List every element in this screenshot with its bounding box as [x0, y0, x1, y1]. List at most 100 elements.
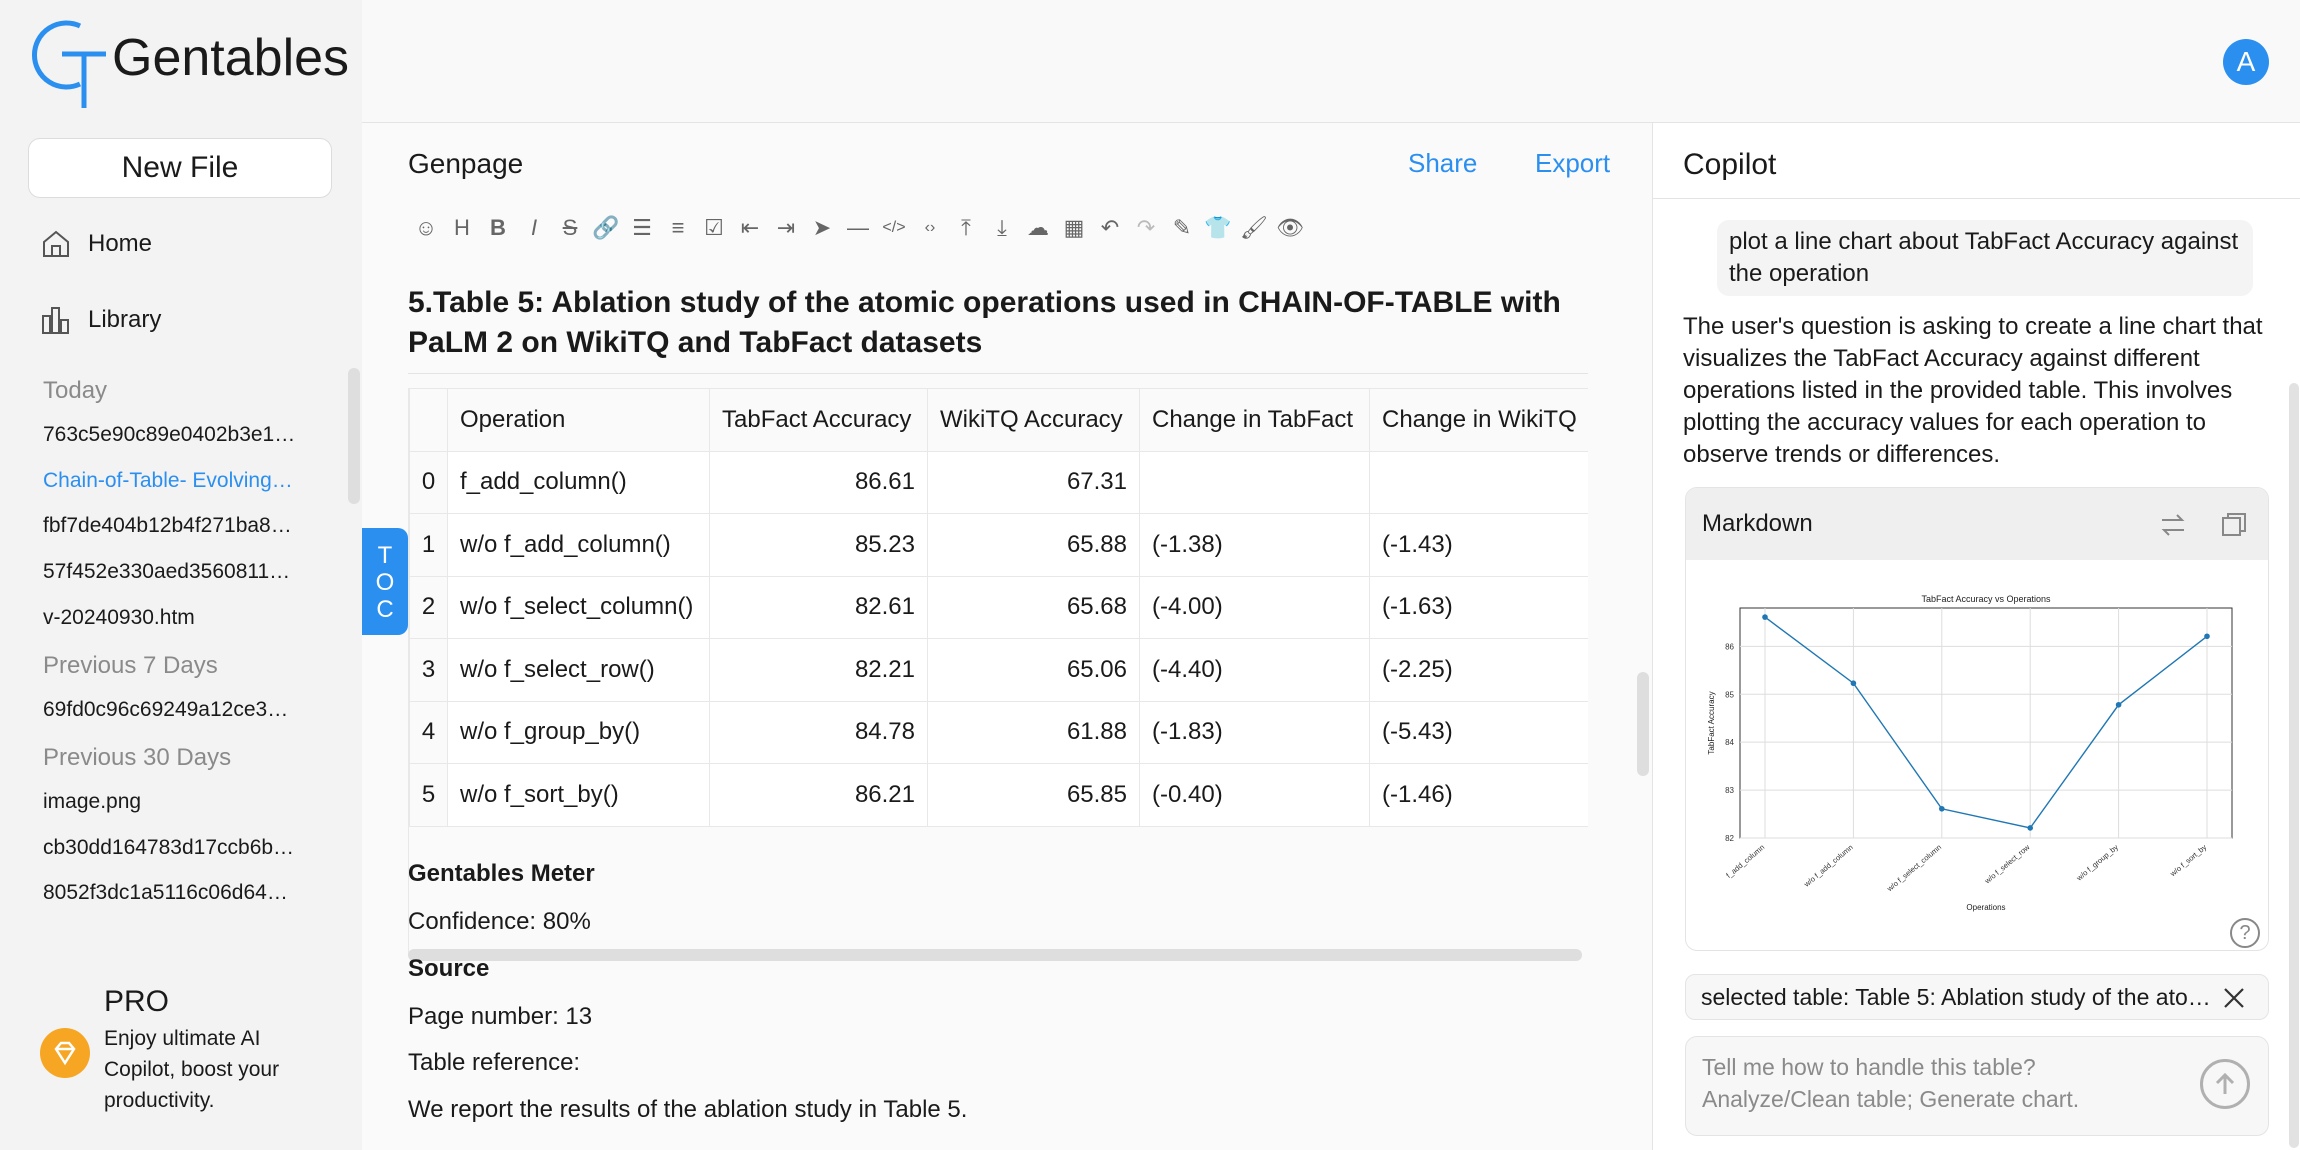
- download-icon[interactable]: ⤓: [984, 210, 1020, 246]
- history-item[interactable]: image.png: [43, 790, 305, 814]
- copy-icon[interactable]: [2219, 510, 2249, 540]
- redo-icon[interactable]: ↷: [1128, 210, 1164, 246]
- table-cell[interactable]: 65.06: [927, 638, 1140, 702]
- table-row[interactable]: 2 w/o f_select_column() 82.61 65.68 (-4.00)(…: [409, 575, 1588, 639]
- theme-icon[interactable]: 👕: [1200, 210, 1236, 246]
- table-horizontal-scrollbar[interactable]: [408, 949, 1582, 961]
- nav-library[interactable]: Library: [40, 304, 161, 336]
- table-cell[interactable]: 67.31: [927, 450, 1140, 514]
- inline-code-icon[interactable]: ‹›: [912, 210, 948, 246]
- index-header[interactable]: [409, 388, 448, 452]
- cloud-upload-icon[interactable]: ☁: [1020, 210, 1056, 246]
- history-item[interactable]: 8052f3dc1a5116c06d64…: [43, 881, 305, 905]
- send-button[interactable]: [2200, 1059, 2250, 1109]
- history-item[interactable]: 763c5e90c89e0402b3e1…: [43, 423, 305, 447]
- strike-icon[interactable]: S: [552, 210, 588, 246]
- emoji-icon[interactable]: ☺: [408, 210, 444, 246]
- copilot-scrollbar[interactable]: [2289, 383, 2299, 1148]
- italic-icon[interactable]: I: [516, 210, 552, 246]
- preview-icon[interactable]: 👁: [1272, 210, 1308, 246]
- table-icon[interactable]: ▦: [1056, 210, 1092, 246]
- table-cell[interactable]: 61.88: [927, 700, 1140, 764]
- nav-home[interactable]: Home: [40, 228, 152, 260]
- undo-icon[interactable]: ↶: [1092, 210, 1128, 246]
- table-cell[interactable]: (-1.63): [1369, 575, 1588, 639]
- table-cell[interactable]: (-0.40): [1139, 763, 1370, 827]
- row-index-cell[interactable]: 2: [409, 575, 448, 639]
- swap-icon[interactable]: [2158, 510, 2188, 540]
- table-cell[interactable]: f_add_column(): [447, 450, 710, 514]
- table-cell[interactable]: 86.21: [709, 763, 928, 827]
- indent-icon[interactable]: ⇥: [768, 210, 804, 246]
- close-icon[interactable]: [2222, 986, 2246, 1010]
- table-cell[interactable]: 85.23: [709, 513, 928, 577]
- table-cell[interactable]: (-4.40): [1139, 638, 1370, 702]
- table-row[interactable]: 0 f_add_column() 86.61 67.31: [409, 450, 1588, 514]
- history-item[interactable]: v-20240930.htm: [43, 606, 305, 630]
- history-item[interactable]: 57f452e330aed3560811…: [43, 560, 305, 584]
- table-cell[interactable]: [1369, 450, 1588, 514]
- link-icon[interactable]: 🔗: [588, 210, 624, 246]
- genpage-scrollbar[interactable]: [1637, 672, 1649, 776]
- table-row[interactable]: 3 w/o f_select_row() 82.21 65.06 (-4.40) (-2.…: [409, 638, 1588, 702]
- table-cell[interactable]: 65.68: [927, 575, 1140, 639]
- row-index-cell[interactable]: 5: [409, 763, 448, 827]
- table-row[interactable]: 4 w/o f_group_by() 84.78 61.88 (-1.83) (-5.43…: [409, 700, 1588, 764]
- ordered-list-icon[interactable]: ≡: [660, 210, 696, 246]
- history-item[interactable]: cb30dd164783d17ccb6b…: [43, 836, 305, 860]
- table-cell[interactable]: w/o f_group_by(): [447, 700, 710, 764]
- table-cell[interactable]: w/o f_add_column(): [447, 513, 710, 577]
- heading-icon[interactable]: H: [444, 210, 480, 246]
- checklist-icon[interactable]: ☑: [696, 210, 732, 246]
- table-cell[interactable]: w/o f_sort_by(): [447, 763, 710, 827]
- table-cell[interactable]: 82.61: [709, 575, 928, 639]
- divider-icon[interactable]: —: [840, 210, 876, 246]
- sidebar-scrollbar[interactable]: [348, 368, 360, 504]
- table-cell[interactable]: 84.78: [709, 700, 928, 764]
- table-cell[interactable]: (-4.00): [1139, 575, 1370, 639]
- code-icon[interactable]: </>: [876, 210, 912, 246]
- help-icon[interactable]: ?: [2230, 918, 2260, 948]
- history-item[interactable]: fbf7de404b12b4f271ba8…: [43, 514, 305, 538]
- toc-button[interactable]: TOC: [362, 528, 408, 635]
- table-cell[interactable]: (-1.43): [1369, 513, 1588, 577]
- send-icon[interactable]: ➤: [804, 210, 840, 246]
- column-header[interactable]: WikiTQ Accuracy: [927, 388, 1140, 452]
- table-cell[interactable]: 86.61: [709, 450, 928, 514]
- copilot-input[interactable]: [1702, 1051, 2182, 1123]
- history-item-active[interactable]: Chain-of-Table- Evolving…: [43, 469, 305, 493]
- column-header[interactable]: Change in TabFact: [1139, 388, 1370, 452]
- row-index-cell[interactable]: 1: [409, 513, 448, 577]
- upload-top-icon[interactable]: ⤒: [948, 210, 984, 246]
- table-cell[interactable]: 65.85: [927, 763, 1140, 827]
- share-link[interactable]: Share: [1408, 148, 1477, 179]
- table-cell[interactable]: (-1.38): [1139, 513, 1370, 577]
- app-logo[interactable]: Gentables: [28, 16, 349, 108]
- column-header[interactable]: Change in WikiTQ: [1369, 388, 1588, 452]
- table-cell[interactable]: (-1.83): [1139, 700, 1370, 764]
- edit-icon[interactable]: ✎: [1164, 210, 1200, 246]
- export-link[interactable]: Export: [1535, 148, 1610, 179]
- table-cell[interactable]: (-1.46): [1369, 763, 1588, 827]
- pro-upgrade[interactable]: PRO Enjoy ultimate AI Copilot, boost you…: [40, 985, 304, 1116]
- row-index-cell[interactable]: 4: [409, 700, 448, 764]
- column-header[interactable]: TabFact Accuracy: [709, 388, 928, 452]
- table-cell[interactable]: (-2.25): [1369, 638, 1588, 702]
- table-cell[interactable]: (-5.43): [1369, 700, 1588, 764]
- table-cell[interactable]: 82.21: [709, 638, 928, 702]
- column-header[interactable]: Operation: [447, 388, 710, 452]
- table-cell[interactable]: [1139, 450, 1370, 514]
- table-cell[interactable]: w/o f_select_row(): [447, 638, 710, 702]
- bullet-list-icon[interactable]: ☰: [624, 210, 660, 246]
- outdent-icon[interactable]: ⇤: [732, 210, 768, 246]
- history-item[interactable]: 69fd0c96c69249a12ce3…: [43, 698, 305, 722]
- row-index-cell[interactable]: 3: [409, 638, 448, 702]
- bold-icon[interactable]: B: [480, 210, 516, 246]
- table-cell[interactable]: w/o f_select_column(): [447, 575, 710, 639]
- row-index-cell[interactable]: 0: [409, 450, 448, 514]
- new-file-button[interactable]: New File: [28, 138, 332, 198]
- table-row[interactable]: 5 w/o f_sort_by() 86.21 65.85 (-0.40) (-1.46): [409, 763, 1588, 827]
- user-avatar[interactable]: A: [2223, 39, 2269, 85]
- paint-icon[interactable]: 🖌: [1236, 210, 1272, 246]
- table-cell[interactable]: 65.88: [927, 513, 1140, 577]
